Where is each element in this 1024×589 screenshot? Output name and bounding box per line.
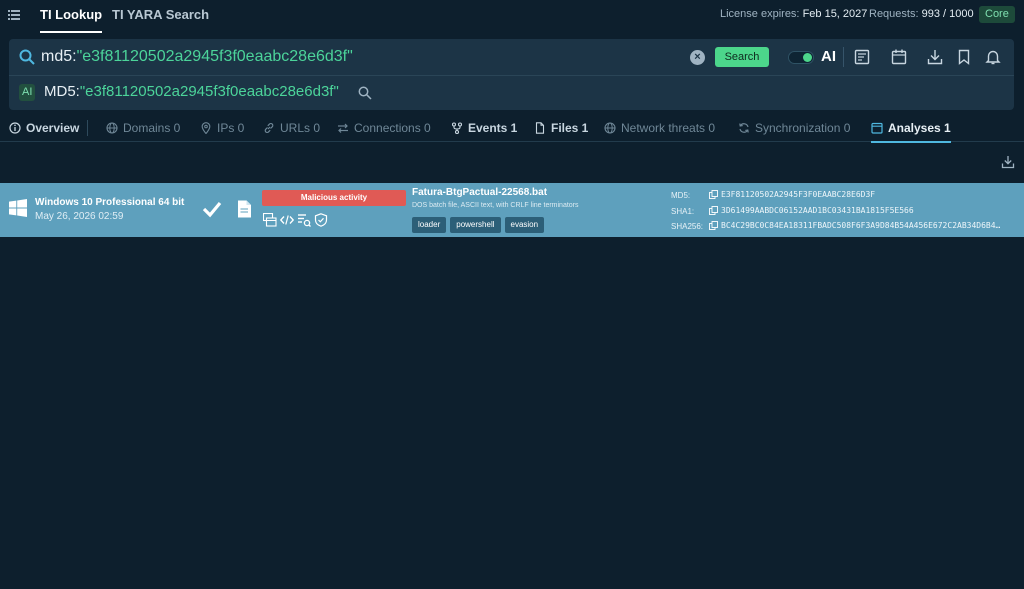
tab-label: Analyses 1 bbox=[888, 121, 951, 135]
notes-icon[interactable] bbox=[854, 49, 870, 65]
bell-icon[interactable] bbox=[985, 49, 1001, 65]
tag-list: loader powershell evasion bbox=[412, 217, 545, 233]
tab-label: Synchronization 0 bbox=[755, 121, 851, 135]
tab-separator bbox=[87, 120, 88, 136]
location-icon bbox=[201, 122, 211, 134]
tab-ti-lookup[interactable]: TI Lookup bbox=[40, 7, 103, 33]
menu-icon[interactable] bbox=[8, 9, 20, 21]
toggle-knob bbox=[803, 53, 812, 62]
code-icon bbox=[279, 213, 295, 227]
tab-files[interactable]: Files 1 bbox=[534, 120, 588, 136]
file-description: DOS batch file, ASCII text, with CRLF li… bbox=[412, 202, 579, 209]
arrows-icon bbox=[338, 123, 348, 133]
download-icon[interactable] bbox=[927, 49, 943, 65]
tab-connections[interactable]: Connections 0 bbox=[337, 120, 431, 136]
sha1-text: 3D61499AABDC06152AAD1BC03431BA1815F5E566 bbox=[721, 206, 914, 215]
requests-info: Requests: 993 / 1000 bbox=[869, 8, 974, 20]
tab-label: Files 1 bbox=[551, 121, 589, 135]
query-prefix: md5: bbox=[41, 48, 77, 65]
tab-domains[interactable]: Domains 0 bbox=[106, 120, 180, 136]
clear-icon[interactable]: × bbox=[690, 50, 705, 65]
tab-urls[interactable]: URLs 0 bbox=[263, 120, 320, 136]
tab-ti-yara-search[interactable]: TI YARA Search bbox=[112, 7, 209, 22]
text-scan-icon bbox=[297, 213, 311, 227]
ai-query-text: MD5:"e3f81120502a2945f3f0eaabc28e6d3f" bbox=[44, 83, 339, 100]
behavior-icons bbox=[262, 212, 328, 227]
tab-label: Network threats 0 bbox=[621, 121, 716, 135]
sha1-value[interactable]: 3D61499AABDC06152AAD1BC03431BA1815F5E566 bbox=[709, 206, 914, 215]
link-icon bbox=[264, 123, 274, 133]
copy-icon[interactable] bbox=[709, 190, 718, 199]
network-icon bbox=[604, 122, 616, 134]
search-bar: md5:"e3f81120502a2945f3f0eaabc28e6d3f" ×… bbox=[9, 39, 1014, 76]
tab-label: Domains 0 bbox=[123, 121, 181, 135]
category-tabs: Overview Domains 0 IPs 0 URLs 0 Connecti… bbox=[0, 114, 1024, 143]
license-date: Feb 15, 2027 bbox=[802, 8, 868, 20]
verdict-badge: Malicious activity bbox=[262, 190, 406, 206]
calendar-icon bbox=[871, 122, 883, 134]
sha256-text: BC4C29BC0C84EA18311FBADC508F6F3A9D84B54A… bbox=[721, 221, 1001, 230]
tab-label: Events 1 bbox=[468, 121, 518, 135]
fork-icon bbox=[451, 122, 463, 134]
sha1-label: SHA1: bbox=[671, 207, 695, 216]
copy-icon[interactable] bbox=[709, 221, 718, 230]
search-button[interactable]: Search bbox=[715, 47, 769, 67]
ai-toggle[interactable] bbox=[788, 51, 814, 64]
os-name: Windows 10 Professional 64 bit bbox=[35, 197, 185, 208]
file-name[interactable]: Fatura-BtgPactual-22568.bat bbox=[412, 187, 547, 198]
sha256-label: SHA256: bbox=[671, 222, 704, 231]
tab-label: Connections 0 bbox=[354, 121, 431, 135]
search-icon bbox=[19, 49, 35, 65]
ai-query-row: AI MD5:"e3f81120502a2945f3f0eaabc28e6d3f… bbox=[9, 76, 1014, 110]
tab-label: IPs 0 bbox=[217, 121, 245, 135]
tab-synchronization[interactable]: Synchronization 0 bbox=[738, 120, 850, 136]
tag-loader[interactable]: loader bbox=[412, 217, 447, 233]
ai-label: AI bbox=[821, 48, 836, 65]
search-icon[interactable] bbox=[358, 86, 372, 100]
md5-label: MD5: bbox=[671, 191, 691, 200]
shield-icon bbox=[314, 213, 328, 227]
copy-icon[interactable] bbox=[709, 206, 718, 215]
ai-badge: AI bbox=[19, 84, 36, 101]
tab-analyses[interactable]: Analyses 1 bbox=[871, 120, 951, 143]
tab-events[interactable]: Events 1 bbox=[451, 120, 517, 136]
requests-value: 993 / 1000 bbox=[921, 8, 974, 20]
requests-label: Requests: bbox=[869, 8, 919, 20]
file-icon bbox=[535, 122, 545, 134]
top-bar: TI Lookup TI YARA Search License expires… bbox=[0, 0, 1024, 33]
tab-ips[interactable]: IPs 0 bbox=[200, 120, 244, 136]
tag-evasion[interactable]: evasion bbox=[504, 217, 545, 233]
sha256-value[interactable]: BC4C29BC0C84EA18311FBADC508F6F3A9D84B54A… bbox=[709, 221, 1000, 230]
file-icon bbox=[238, 200, 251, 218]
license-info: License expires: Feb 15, 2027 bbox=[720, 8, 867, 20]
info-icon bbox=[9, 122, 21, 134]
license-label: License expires: bbox=[720, 8, 800, 20]
sync-icon bbox=[739, 123, 749, 133]
calendar-icon[interactable] bbox=[891, 49, 907, 65]
plan-badge: Core bbox=[979, 6, 1015, 23]
download-icon[interactable] bbox=[1001, 155, 1015, 169]
md5-value[interactable]: E3F81120502A2945F3F0EAABC28E6D3F bbox=[709, 190, 875, 199]
bookmark-icon[interactable] bbox=[956, 49, 972, 65]
tag-powershell[interactable]: powershell bbox=[450, 217, 501, 233]
md5-text: E3F81120502A2945F3F0EAABC28E6D3F bbox=[721, 190, 876, 199]
tab-label: URLs 0 bbox=[280, 121, 321, 135]
search-input[interactable]: md5:"e3f81120502a2945f3f0eaabc28e6d3f" bbox=[41, 48, 353, 66]
check-icon bbox=[202, 201, 222, 218]
tab-network-threats[interactable]: Network threats 0 bbox=[604, 120, 715, 136]
ai-query-prefix: MD5: bbox=[44, 83, 80, 100]
tab-overview[interactable]: Overview bbox=[9, 120, 79, 136]
windows-stack-icon bbox=[262, 212, 277, 227]
tab-label: Overview bbox=[26, 121, 80, 135]
divider bbox=[843, 47, 844, 67]
analysis-date: May 26, 2026 02:59 bbox=[35, 211, 124, 222]
globe-icon bbox=[106, 122, 118, 134]
ai-query-value: "e3f81120502a2945f3f0eaabc28e6d3f" bbox=[79, 83, 339, 100]
windows-icon bbox=[9, 199, 27, 217]
query-value: "e3f81120502a2945f3f0eaabc28e6d3f" bbox=[76, 48, 353, 65]
search-panel: md5:"e3f81120502a2945f3f0eaabc28e6d3f" ×… bbox=[9, 39, 1014, 110]
